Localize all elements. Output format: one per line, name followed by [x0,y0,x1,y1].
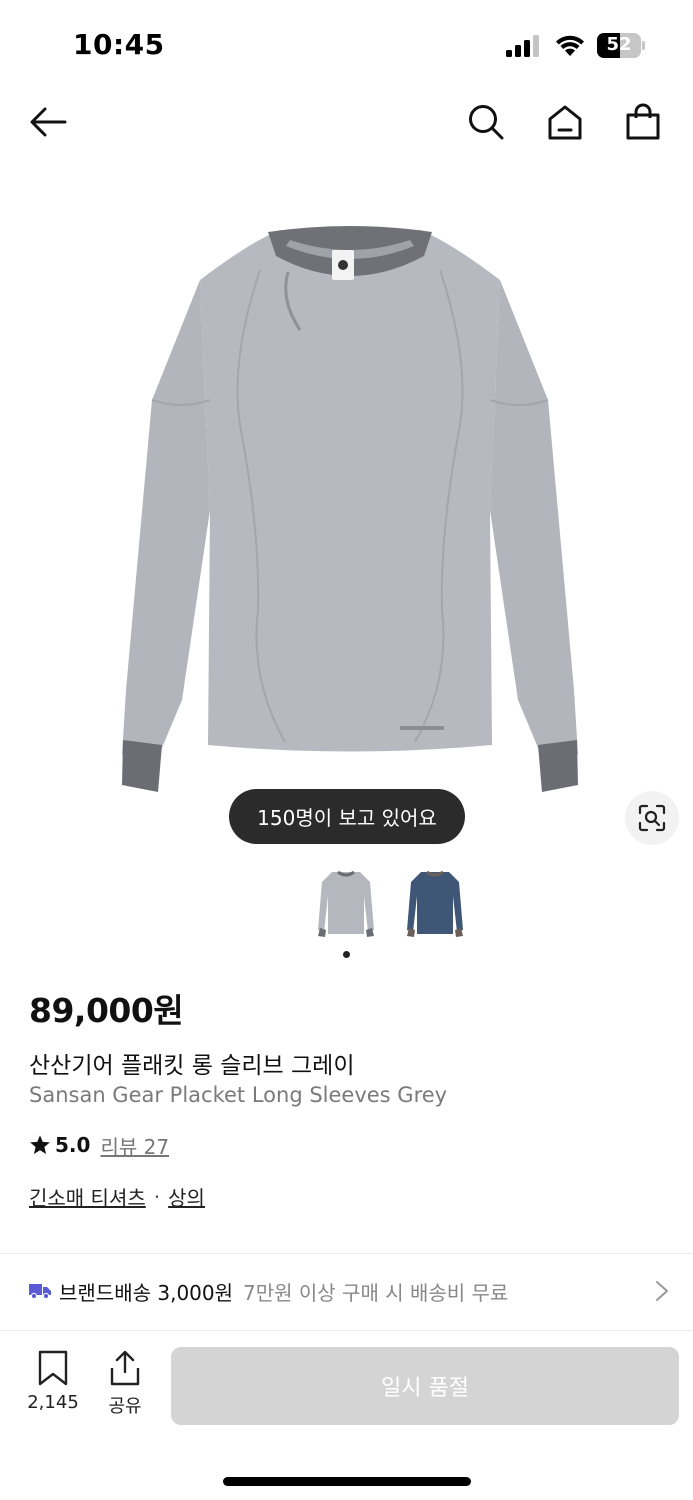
category-breadcrumb: 긴소매 티셔츠 · 상의 [29,1182,205,1211]
divider [0,1330,693,1331]
shipping-free-threshold: 7만원 이상 구매 시 배송비 무료 [243,1280,509,1305]
rating-value: 5.0 [55,1133,91,1157]
status-bar: 10:45 52 [0,0,693,92]
search-icon [469,105,504,140]
search-button[interactable] [464,100,508,144]
product-price: 89,000원 [29,991,184,1030]
cart-button[interactable] [621,100,665,144]
cellular-signal-icon [506,35,539,57]
bookmark-icon [38,1350,68,1386]
category-link-tops[interactable]: 상의 [168,1182,205,1211]
battery-level: 52 [606,34,632,55]
color-thumbnail-navy[interactable] [403,866,467,942]
color-thumbnail-grey[interactable] [314,866,378,942]
thumb-grey-body [318,872,374,934]
rating-row: 5.0 리뷰 27 [29,1130,169,1160]
truck-icon [29,1284,51,1299]
visual-search-button[interactable] [625,791,679,845]
carousel-indicator-dot [343,951,350,958]
bookmark-count: 2,145 [27,1392,79,1413]
battery-indicator: 52 [597,33,645,58]
bookmark-button[interactable]: 2,145 [23,1350,83,1420]
wifi-icon [556,35,584,56]
share-icon [110,1350,140,1386]
viewer-count-badge: 150명이 보고 있어요 [229,789,465,844]
home-icon [548,105,582,140]
shipping-info-row[interactable]: 브랜드배송 3,000원 7만원 이상 구매 시 배송비 무료 [29,1266,669,1316]
product-name-korean: 산산기어 플래킷 롱 슬리브 그레이 [29,1053,355,1079]
product-name-english: Sansan Gear Placket Long Sleeves Grey [29,1083,448,1107]
divider [0,1253,693,1254]
lens-icon [638,804,666,832]
home-button[interactable] [543,100,587,144]
back-button[interactable] [26,100,70,144]
share-button[interactable]: 공유 [95,1350,155,1420]
review-link[interactable]: 리뷰 27 [100,1131,169,1160]
arrow-left-icon [30,107,67,137]
shipping-fee: 브랜드배송 3,000원 [59,1280,234,1305]
category-separator: · [153,1184,161,1209]
home-indicator [223,1477,471,1486]
thumb-navy-body [407,872,463,934]
chevron-right-icon [656,1281,668,1301]
shopping-bag-icon [626,103,660,140]
product-image[interactable] [110,210,590,810]
category-link-long-sleeve[interactable]: 긴소매 티셔츠 [29,1182,146,1211]
sold-out-button[interactable]: 일시 품절 [171,1347,679,1425]
star-icon [30,1135,50,1154]
share-label: 공유 [108,1396,142,1417]
status-time: 10:45 [73,28,165,61]
